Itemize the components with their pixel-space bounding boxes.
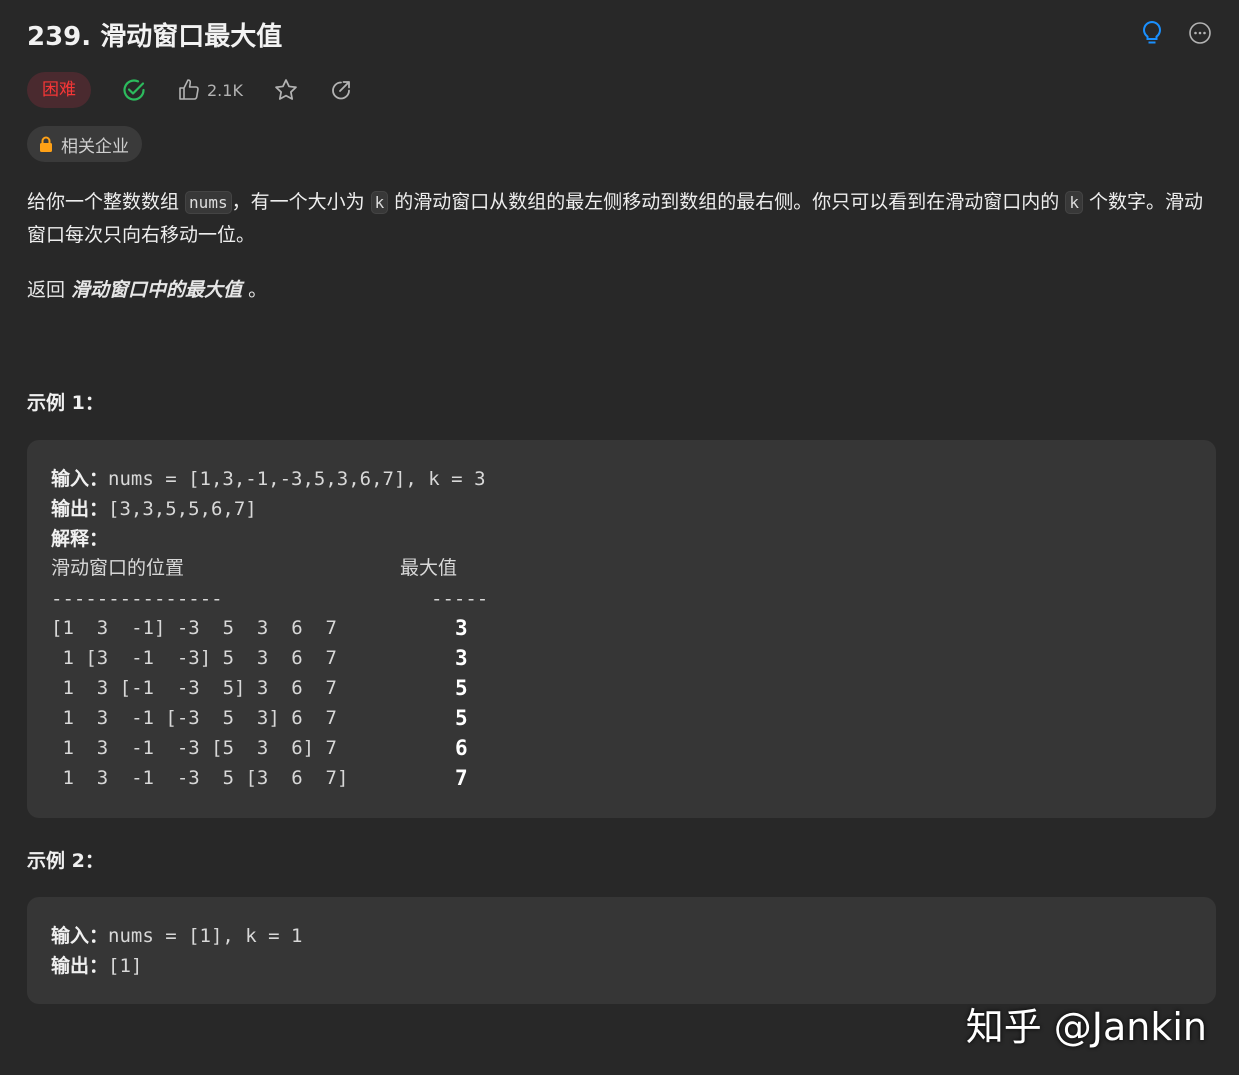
thumbs-up-icon: [179, 79, 199, 100]
example-1-io: 输入：nums = [1,3,-1,-3,5,3,6,7], k = 3 输出：…: [51, 464, 486, 554]
lightbulb-icon[interactable]: [1139, 20, 1165, 46]
accepted-check-icon: [121, 77, 147, 103]
return-text: 。: [242, 279, 268, 301]
table-row: [1 3 -1] -3 5 3 6 7: [51, 617, 337, 639]
output-label: 输出：: [51, 498, 109, 520]
table-row: 1 3 [-1 -3 5] 3 6 7: [51, 677, 337, 699]
like-count: 2.1K: [207, 80, 243, 100]
input-label: 输入：: [51, 925, 109, 947]
more-icon[interactable]: [1187, 20, 1213, 46]
problem-description: 给你一个整数数组 nums ，有一个大小为 k 的滑动窗口从数组的最左侧移动到数组…: [27, 186, 1222, 251]
max-value: 6: [455, 736, 468, 760]
example-1-title: 示例 1：: [27, 392, 104, 414]
output-label: 输出：: [51, 955, 109, 977]
max-column-header: 最大值: [400, 557, 458, 579]
max-value: 5: [455, 706, 468, 730]
watermark: 知乎 @Jankin: [965, 1005, 1207, 1049]
output-value: [1]: [108, 955, 143, 977]
lock-icon: [40, 136, 52, 152]
max-value: 3: [455, 646, 468, 670]
example-2-title: 示例 2：: [27, 850, 104, 872]
related-companies-label: 相关企业: [61, 136, 129, 157]
example-2-block: 输入：nums = [1], k = 1 输出：[1]: [27, 897, 1216, 1004]
related-companies-tag[interactable]: 相关企业: [27, 126, 142, 162]
input-label: 输入：: [51, 468, 109, 490]
return-text: 返回: [27, 279, 72, 301]
input-value: nums = [1,3,-1,-3,5,3,6,7], k = 3: [108, 468, 486, 490]
window-column-header: 滑动窗口的位置: [51, 557, 185, 579]
like-button[interactable]: 2.1K: [177, 78, 243, 102]
inline-code-nums: nums: [185, 191, 232, 214]
table-row: 1 [3 -1 -3] 5 3 6 7: [51, 647, 337, 669]
window-separator: ---------------: [51, 588, 223, 610]
explain-label: 解释：: [51, 528, 109, 550]
max-separator: -----: [431, 588, 489, 610]
return-statement: 返回 滑动窗口中的最大值 。: [27, 274, 267, 306]
table-row: 1 3 -1 [-3 5 3] 6 7: [51, 707, 337, 729]
table-row: 1 3 -1 -3 [5 3 6] 7: [51, 737, 337, 759]
top-actions: [1139, 20, 1213, 46]
max-value: 5: [455, 676, 468, 700]
desc-text: ，有一个大小为: [231, 191, 371, 213]
max-value: 3: [455, 616, 468, 640]
max-value: 7: [455, 766, 468, 790]
problem-title: 239. 滑动窗口最大值: [27, 22, 283, 52]
desc-text: 给你一个整数数组: [27, 191, 186, 213]
problem-meta: 困难 2.1K: [27, 72, 353, 108]
inline-code-k: k: [370, 191, 389, 214]
difficulty-badge: 困难: [27, 72, 91, 108]
share-icon[interactable]: [329, 78, 353, 102]
desc-text: 的滑动窗口从数组的最左侧移动到数组的最右侧。你只可以看到在滑动窗口内的: [388, 191, 1066, 213]
return-emphasis: 滑动窗口中的最大值: [71, 279, 243, 301]
example-1-block: 输入：nums = [1,3,-1,-3,5,3,6,7], k = 3 输出：…: [27, 440, 1216, 818]
input-value: nums = [1], k = 1: [108, 925, 303, 947]
inline-code-k: k: [1065, 191, 1083, 214]
table-row: 1 3 -1 -3 5 [3 6 7]: [51, 767, 349, 789]
example-2-io: 输入：nums = [1], k = 1 输出：[1]: [51, 921, 302, 981]
output-value: [3,3,5,5,6,7]: [108, 498, 257, 520]
star-icon[interactable]: [273, 77, 299, 103]
